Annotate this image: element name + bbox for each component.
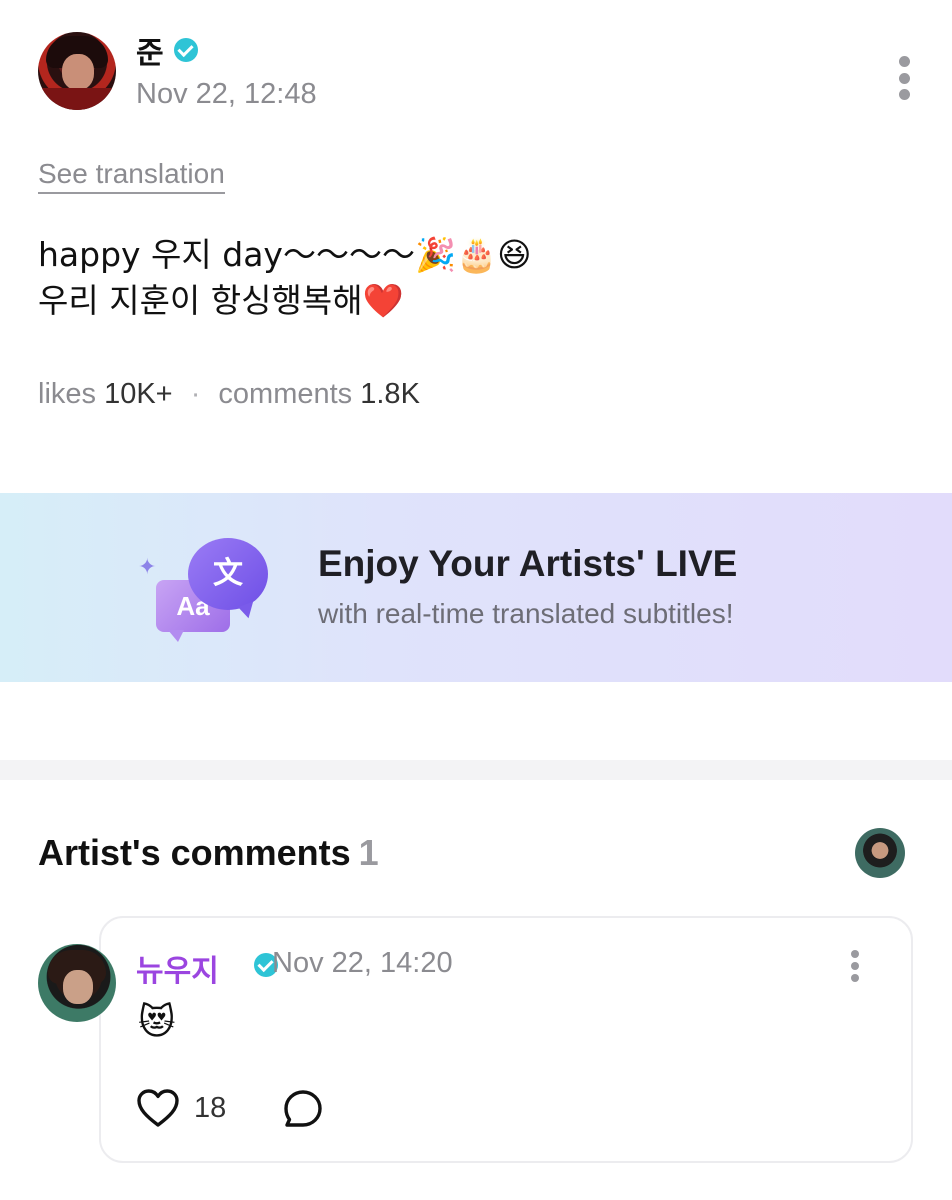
section-divider — [0, 760, 952, 780]
avatar-face-shape — [63, 970, 93, 1004]
comment-author-name[interactable]: 뉴우지 — [136, 946, 219, 990]
artist-comments-heading: Artist's comments 1 — [38, 832, 379, 874]
live-translation-banner[interactable] — [0, 493, 952, 682]
menu-dot-icon — [851, 962, 859, 970]
likes-label: likes — [38, 378, 97, 410]
banner-subtitle: with real-time translated subtitles! — [318, 598, 734, 629]
likes-count[interactable]: 10K+ — [104, 378, 173, 410]
menu-dot-icon — [898, 72, 910, 84]
translate-wen-icon: 文 — [188, 538, 268, 610]
comment-date: Nov 22, 14:20 — [272, 947, 453, 979]
post-body-line-1: happy 우지 day～～～～🎉🎂😆 — [38, 235, 532, 274]
menu-dot-icon — [851, 974, 859, 982]
avatar-jacket-shape — [38, 88, 116, 110]
comment-body: 😻 — [138, 1001, 176, 1042]
post-stats: likes 10K+ · comments 1.8K — [38, 378, 420, 411]
menu-dot-icon — [851, 950, 859, 958]
see-translation-link[interactable]: See translation — [38, 158, 225, 194]
speech-bubble-icon[interactable] — [282, 1088, 324, 1130]
heart-outline-icon[interactable] — [136, 1088, 180, 1128]
post-author-name[interactable]: 준 — [136, 28, 164, 72]
artist-comments-title: Artist's comments — [38, 832, 351, 873]
comment-card — [99, 916, 913, 1163]
more-options-button[interactable] — [894, 56, 914, 100]
banner-title: Enjoy Your Artists' LIVE — [318, 543, 738, 584]
stats-separator: · — [190, 378, 201, 410]
comments-label: comments — [218, 378, 353, 410]
menu-dot-icon — [898, 89, 910, 100]
artist-filter-avatar[interactable] — [855, 828, 905, 878]
post-author-avatar[interactable] — [38, 32, 116, 110]
avatar-face-shape — [62, 54, 94, 90]
post-date: Nov 22, 12:48 — [136, 78, 317, 110]
menu-dot-icon — [898, 56, 910, 67]
comments-count[interactable]: 1.8K — [360, 378, 420, 410]
post-body-line-2: 우리 지훈이 항싱행복해❤️ — [38, 281, 404, 320]
comment-more-options-button[interactable] — [848, 950, 862, 982]
artist-comments-count: 1 — [358, 832, 379, 873]
verified-badge-icon — [174, 38, 198, 62]
post-body: happy 우지 day～～～～🎉🎂😆 우리 지훈이 항싱행복해❤️ — [38, 232, 898, 324]
sparkle-icon: ✦ — [138, 554, 157, 579]
comment-like-count: 18 — [194, 1092, 227, 1124]
comment-author-avatar[interactable] — [38, 944, 116, 1022]
